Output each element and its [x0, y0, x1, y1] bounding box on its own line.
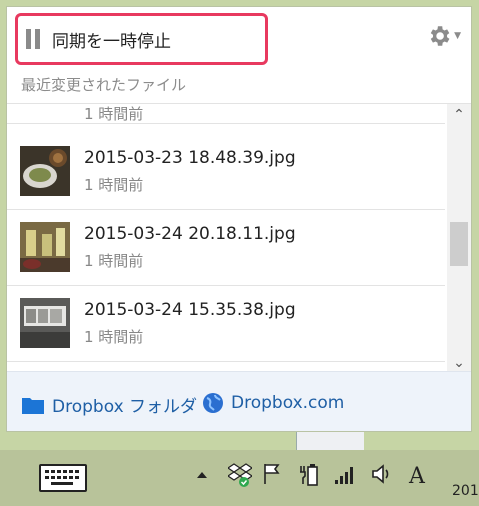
ime-mode-indicator[interactable]: A [409, 464, 425, 489]
file-name: 2015-03-24 15.35.38.jpg [84, 300, 296, 320]
show-hidden-icons-button[interactable] [196, 470, 208, 480]
popup-header: 同期を一時停止 ▼ [7, 7, 471, 65]
pause-sync-button[interactable]: 同期を一時停止 [15, 13, 268, 65]
flag-icon[interactable] [262, 462, 282, 486]
globe-icon [203, 393, 223, 413]
desktop-window-strip [296, 432, 364, 450]
scroll-down-icon[interactable]: ⌄ [447, 352, 471, 373]
open-dropbox-website-link[interactable]: Dropbox.com [202, 392, 344, 414]
file-row[interactable]: 2015-03-23 18.48.39.jpg 1 時間前 [7, 134, 445, 210]
file-time: 1 時間前 [84, 176, 144, 194]
file-row[interactable]: 2015-03-24 20.18.11.jpg 1 時間前 [7, 210, 445, 286]
speaker-icon[interactable] [370, 462, 394, 486]
touch-keyboard-icon[interactable] [39, 464, 87, 492]
scrollbar-thumb[interactable] [450, 222, 468, 266]
pause-sync-label: 同期を一時停止 [52, 31, 171, 52]
network-signal-icon[interactable] [334, 462, 356, 486]
file-thumbnail [20, 298, 70, 348]
power-icon[interactable] [298, 462, 320, 488]
website-link-label: Dropbox.com [231, 393, 345, 413]
file-row[interactable]: 1 時間前 [7, 104, 445, 124]
scrollbar[interactable]: ⌃ ⌄ [447, 104, 471, 373]
chevron-up-icon [197, 472, 207, 478]
dropbox-popup: 同期を一時停止 ▼ 最近変更されたファイル 1 時間前 2015-03-23 1… [6, 6, 472, 432]
file-thumbnail [20, 146, 70, 196]
clock-date[interactable]: 201 [452, 483, 479, 499]
file-row[interactable]: 2015-03-24 15.35.38.jpg 1 時間前 [7, 286, 445, 362]
file-time: 1 時間前 [84, 252, 144, 270]
gear-icon [430, 26, 450, 46]
recent-files-heading: 最近変更されたファイル [21, 76, 187, 94]
file-time: 1 時間前 [84, 328, 144, 346]
pause-icon [26, 29, 40, 49]
settings-menu-button[interactable]: ▼ [426, 23, 461, 49]
file-name: 2015-03-24 20.18.11.jpg [84, 224, 296, 244]
popup-footer: Dropbox フォルダ Dropbox.com [7, 371, 471, 431]
open-dropbox-folder-link[interactable]: Dropbox フォルダ [21, 392, 197, 417]
scroll-up-icon[interactable]: ⌃ [447, 104, 471, 126]
file-name: 2015-03-23 18.48.39.jpg [84, 148, 296, 168]
file-time: 1 時間前 [84, 105, 144, 123]
file-thumbnail [20, 222, 70, 272]
recent-files-list[interactable]: 1 時間前 2015-03-23 18.48.39.jpg 1 時間前 2015… [7, 103, 471, 373]
folder-link-label: Dropbox フォルダ [52, 397, 198, 417]
folder-icon [22, 397, 44, 414]
dropbox-tray-icon[interactable] [228, 462, 252, 488]
taskbar: A 201 [0, 450, 479, 506]
chevron-down-icon: ▼ [454, 31, 461, 41]
